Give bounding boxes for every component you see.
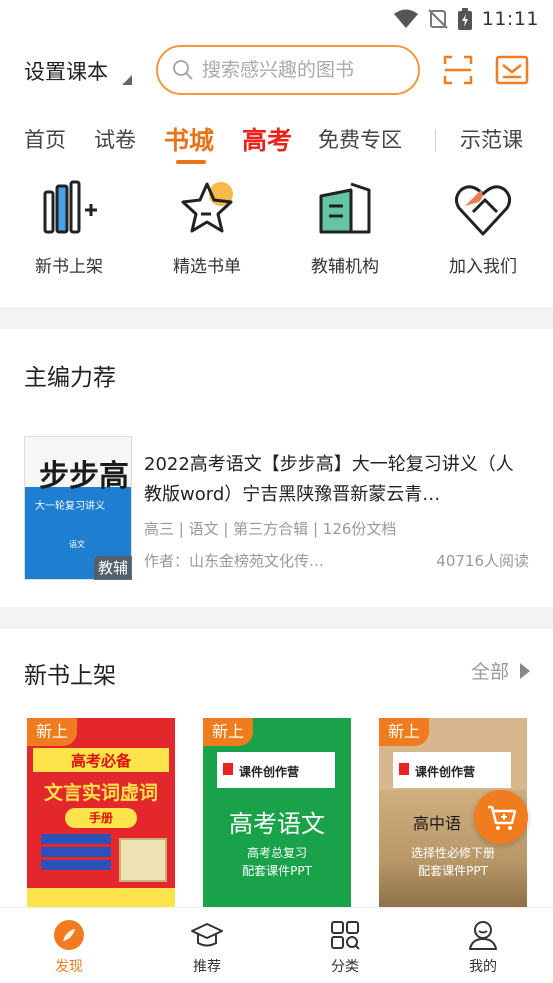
nav-recommend[interactable]: 推荐: [167, 918, 247, 976]
brand-logo-icon: [399, 763, 409, 775]
entry-label: 新书上架: [35, 257, 103, 277]
status-bar: 11:11: [0, 0, 553, 38]
book-title: 2022高考语文【步步高】大一轮复习讲义（人教版word）宁吉黑陕豫晋新蒙云青…: [144, 454, 514, 505]
nav-profile[interactable]: 我的: [443, 918, 523, 976]
cover-subject: 语文: [69, 540, 85, 549]
new-shelf-section-title: 新书上架: [24, 663, 116, 689]
entry-label: 加入我们: [449, 257, 517, 277]
bottom-nav: 发现 推荐 分类 我的: [0, 907, 553, 983]
section-divider: [0, 307, 553, 329]
cover-label: 手册: [65, 808, 137, 828]
entry-label: 精选书单: [173, 257, 241, 277]
building-icon: [319, 182, 371, 234]
tab-home[interactable]: 首页: [24, 124, 66, 154]
cover-title: 文言实词虚词: [43, 782, 158, 804]
discover-icon: [54, 920, 84, 950]
new-tag: 新上: [379, 718, 429, 746]
course-select[interactable]: 设置课本: [24, 56, 108, 86]
status-time: 11:11: [481, 8, 539, 30]
entry-new-books[interactable]: 新书上架: [14, 176, 124, 277]
book-type-badge: 教辅: [94, 556, 132, 580]
cover-subtitle: 配套课件PPT: [242, 864, 312, 878]
see-all-label: 全部: [470, 661, 509, 683]
new-book-card[interactable]: 高考必备 文言实词虚词 手册 新上: [27, 718, 175, 908]
battery-charging-icon: [457, 8, 472, 30]
quick-entries: 新书上架 精选书单 教辅机构 加入我们: [0, 176, 553, 286]
entry-star-list[interactable]: 精选书单: [152, 176, 262, 277]
star-list-icon: [181, 182, 233, 233]
see-all-link[interactable]: 全部: [471, 657, 531, 684]
new-books-icon: [43, 180, 97, 234]
cover-stack: [41, 834, 111, 873]
nav-label: 分类: [331, 959, 359, 975]
no-signal-icon: [428, 9, 448, 29]
tab-gaokao[interactable]: 高考: [242, 121, 292, 157]
new-book-card[interactable]: 课件创作营 高考语文 高考总复习 配套课件PPT 新上: [203, 718, 351, 908]
featured-section-title: 主编力荐: [24, 365, 116, 391]
tab-demo-lessons[interactable]: 示范课: [460, 124, 523, 154]
chevron-right-icon: [520, 662, 530, 679]
brand-text: 课件创作营: [239, 765, 300, 779]
cover-title: 高考语文: [229, 810, 325, 838]
top-bar: 设置课本: [0, 42, 553, 100]
featured-book-card[interactable]: 步步高 大一轮复习讲义 语文 教辅 2022高考语文【步步高】大一轮复习讲义（人…: [24, 436, 529, 584]
tab-papers[interactable]: 试卷: [94, 124, 136, 154]
brand-text: 课件创作营: [415, 765, 476, 779]
section-divider: [0, 607, 553, 629]
search-box[interactable]: [156, 45, 420, 95]
course-select-label: 设置课本: [24, 60, 108, 84]
cart-add-icon: [488, 805, 517, 830]
nav-label: 发现: [55, 959, 83, 975]
tab-divider: [435, 130, 436, 152]
entry-label: 教辅机构: [311, 257, 379, 277]
cover-subtitle: 选择性必修下册: [410, 846, 495, 860]
brand-logo-icon: [223, 763, 233, 775]
nav-discover[interactable]: 发现: [29, 918, 109, 976]
cover-line: 高考必备: [70, 752, 131, 770]
category-tabs: 首页 试卷 书城 高考 免费专区 示范课: [0, 116, 553, 166]
entry-institutions[interactable]: 教辅机构: [290, 176, 400, 277]
nav-label: 推荐: [193, 959, 221, 975]
search-input[interactable]: [202, 59, 402, 81]
nav-categories[interactable]: 分类: [305, 918, 385, 976]
entry-join-us[interactable]: 加入我们: [428, 176, 538, 277]
cover-subtitle: 高考总复习: [246, 846, 307, 860]
active-tab-indicator: [176, 160, 206, 164]
new-tag: 新上: [27, 718, 77, 746]
book-meta: 高三 | 语文 | 第三方合辑 | 126份文档: [144, 520, 397, 538]
message-icon[interactable]: [495, 55, 529, 85]
wifi-icon: [393, 9, 418, 28]
dropdown-triangle-icon: [122, 75, 132, 85]
nav-label: 我的: [469, 959, 497, 975]
status-icons: 11:11: [393, 8, 539, 30]
new-books-row: 高考必备 文言实词虚词 手册 新上 课件创作营 高考语文 高考总复习 配套课件P…: [0, 718, 553, 908]
cover-subtitle: 配套课件PPT: [418, 864, 488, 878]
tab-free-zone[interactable]: 免费专区: [318, 124, 402, 154]
new-tag: 新上: [203, 718, 253, 746]
profile-icon: [469, 921, 497, 950]
cover-seal: [119, 838, 167, 882]
tab-bookstore[interactable]: 书城: [164, 121, 214, 157]
graduation-cap-icon: [191, 923, 223, 947]
cart-button[interactable]: [474, 790, 528, 844]
search-icon: [173, 60, 193, 80]
handshake-heart-icon: [454, 185, 512, 236]
cover-title: 大一轮复习讲义: [35, 501, 105, 512]
cover-footer: [27, 888, 175, 908]
book-author: 作者：山东金榜苑文化传…: [144, 552, 325, 570]
cover-big-text: 步步高: [39, 459, 129, 494]
cover-title: 高中语: [413, 814, 462, 833]
scan-icon[interactable]: [443, 55, 473, 85]
book-read-count: 40716人阅读: [436, 552, 529, 570]
category-grid-icon: [331, 921, 360, 950]
